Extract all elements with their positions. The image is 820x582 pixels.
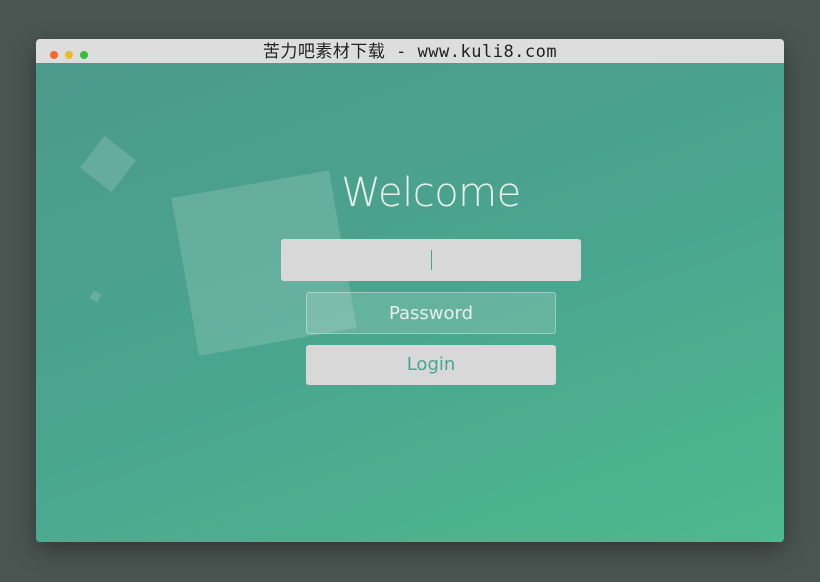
login-page: Welcome Login	[36, 63, 784, 542]
decorative-square-tiny	[89, 290, 102, 303]
password-input[interactable]	[306, 292, 556, 334]
window-title: 苦力吧素材下载 - www.kuli8.com	[262, 42, 558, 62]
login-button[interactable]: Login	[306, 345, 556, 385]
title-bar: 苦力吧素材下载 - www.kuli8.com	[36, 39, 784, 64]
browser-window: 苦力吧素材下载 - www.kuli8.com Welcome Login	[36, 39, 784, 542]
welcome-heading: Welcome	[341, 170, 521, 216]
text-caret	[431, 250, 432, 270]
